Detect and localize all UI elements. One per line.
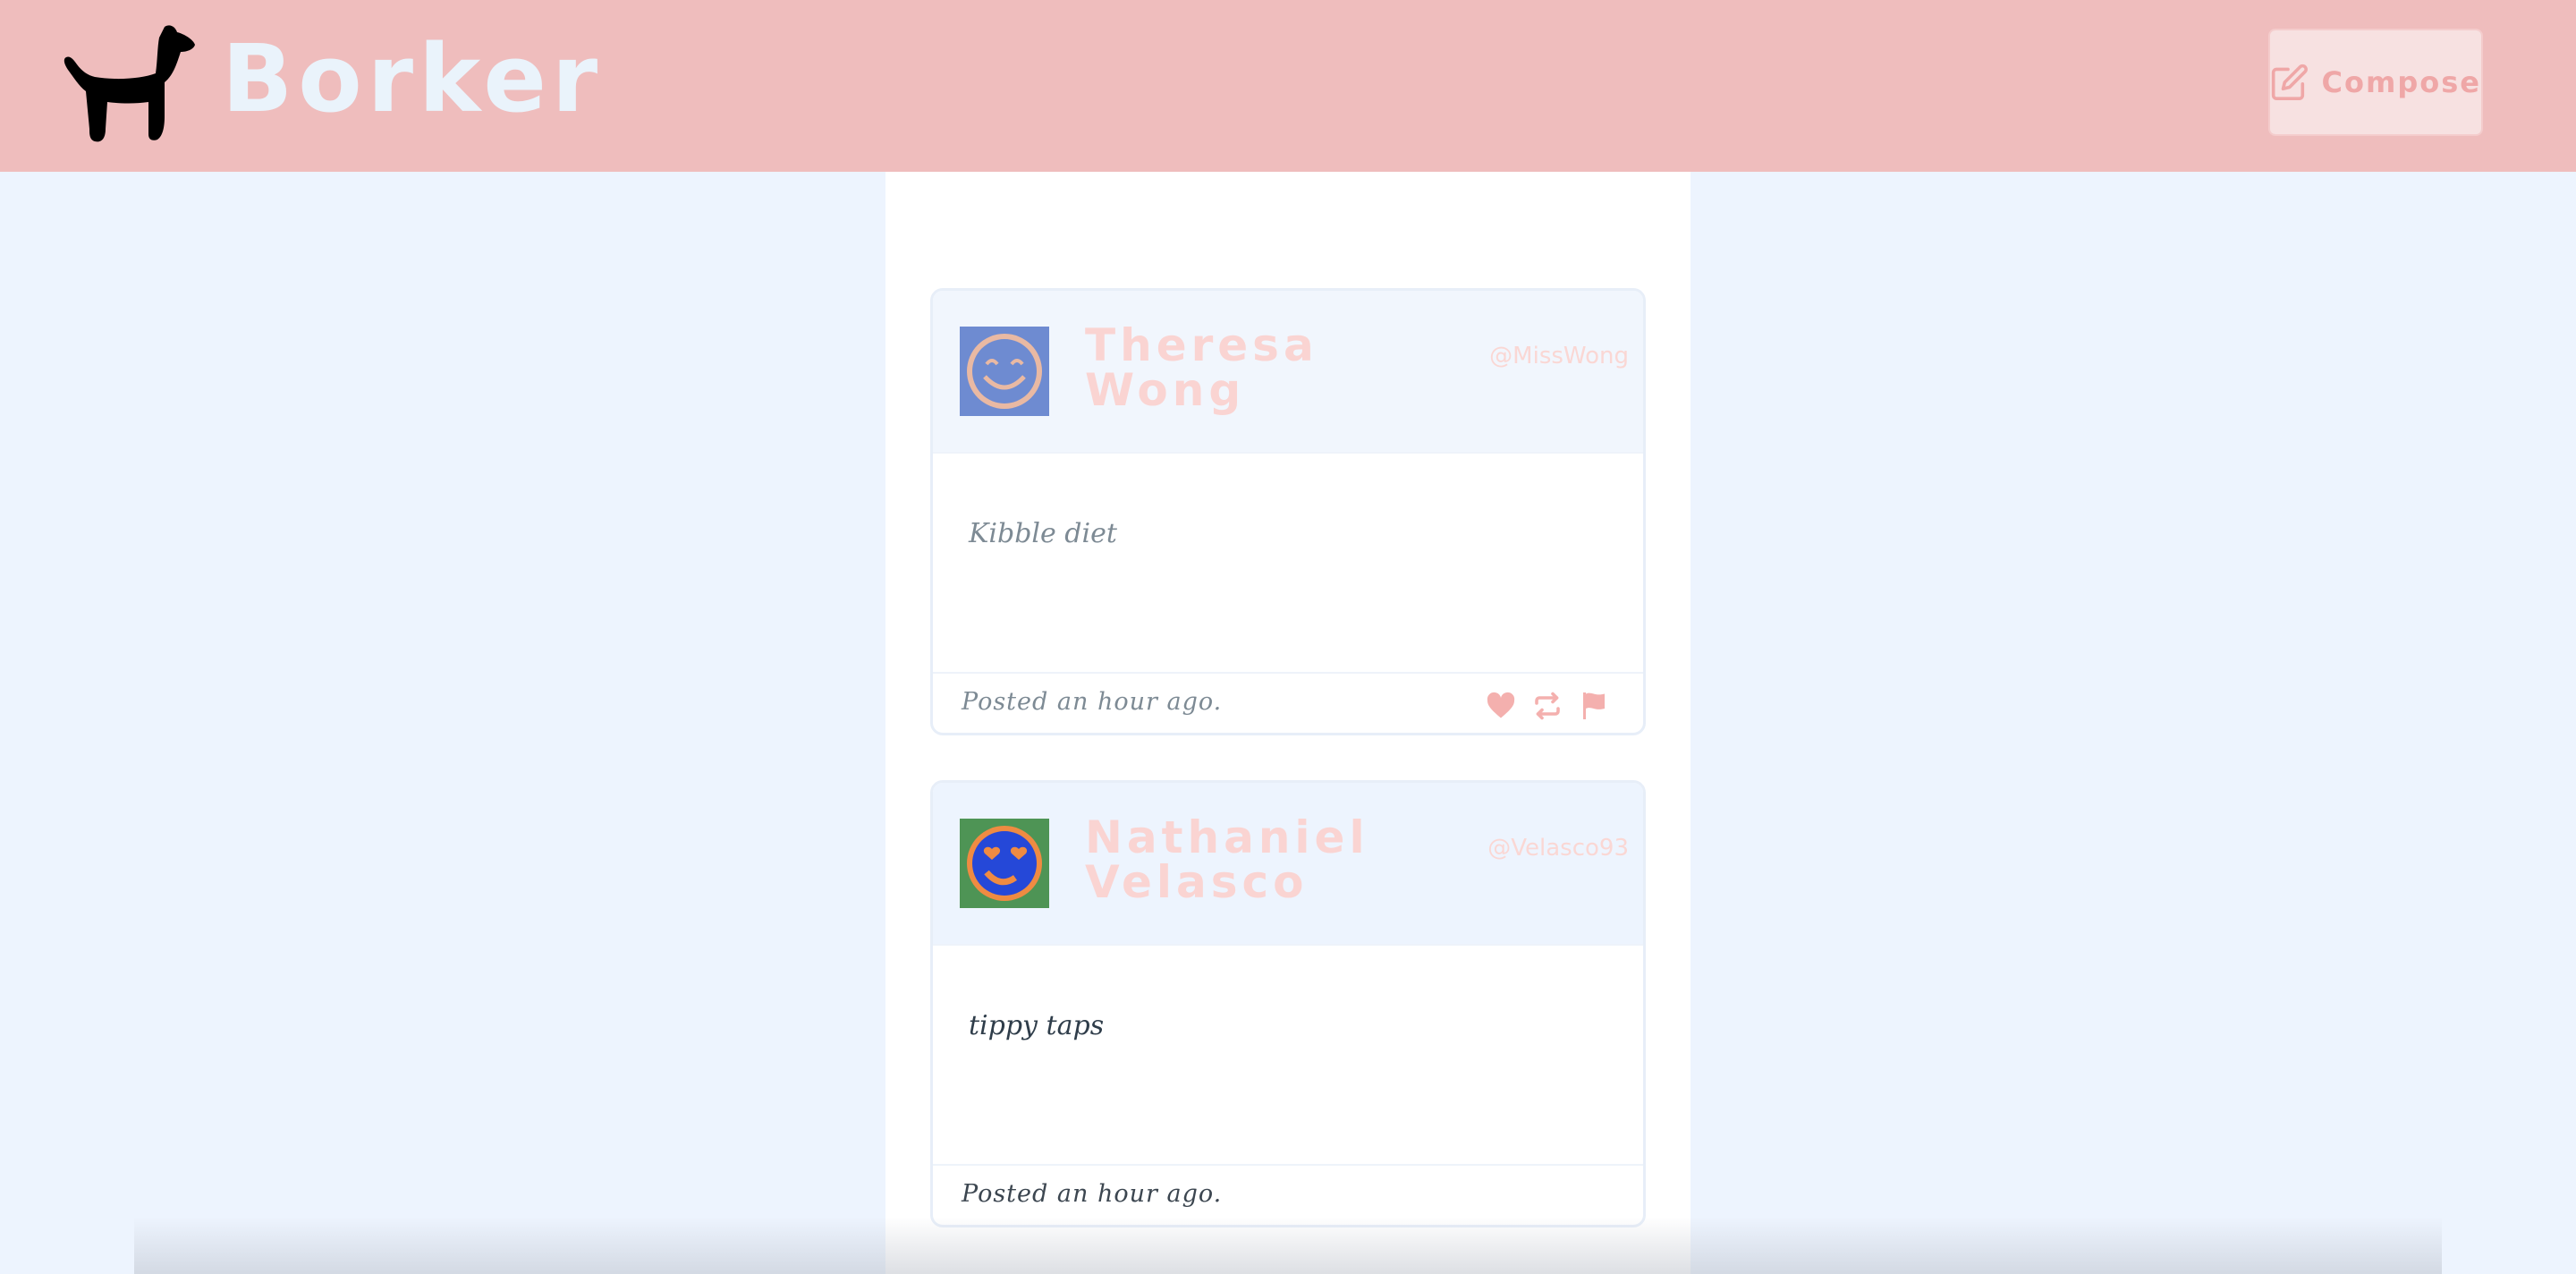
post-body: Kibble diet [933,454,1643,672]
post-body: tippy taps [933,946,1643,1164]
author-handle[interactable]: @Velasco93 [1487,835,1629,862]
feed-column: Theresa Wong @MissWong Kibble diet Poste… [886,172,1690,1274]
post-actions [1484,690,1611,722]
brand-title[interactable]: Borker [222,25,603,132]
heart-eyes-face-icon[interactable] [960,819,1049,908]
post-timestamp: Posted an hour ago. [962,1180,1223,1208]
heart-icon[interactable] [1484,690,1518,722]
compose-label: Compose [2321,65,2481,99]
post-timestamp: Posted an hour ago. [962,688,1223,716]
author-name[interactable]: Nathaniel Velasco [1085,815,1365,905]
compose-button[interactable]: Compose [2268,29,2483,136]
post-header: Theresa Wong @MissWong [933,291,1643,454]
retweet-icon[interactable] [1530,690,1564,722]
flag-icon[interactable] [1577,690,1611,722]
post-header: Nathaniel Velasco @Velasco93 [933,783,1643,946]
author-name[interactable]: Theresa Wong [1085,323,1461,412]
edit-icon [2271,64,2308,100]
smiling-face-icon[interactable] [960,327,1049,416]
author-handle[interactable]: @MissWong [1489,343,1629,369]
post-card: Theresa Wong @MissWong Kibble diet Poste… [930,288,1646,735]
post-footer: Posted an hour ago. [933,1164,1643,1225]
post-text: Kibble diet [969,518,1117,549]
post-footer: Posted an hour ago. [933,672,1643,733]
dog-icon[interactable] [59,23,197,143]
post-card: Nathaniel Velasco @Velasco93 tippy taps … [930,780,1646,1227]
post-text: tippy taps [969,1010,1105,1041]
top-navbar: Borker Compose [0,0,2576,172]
